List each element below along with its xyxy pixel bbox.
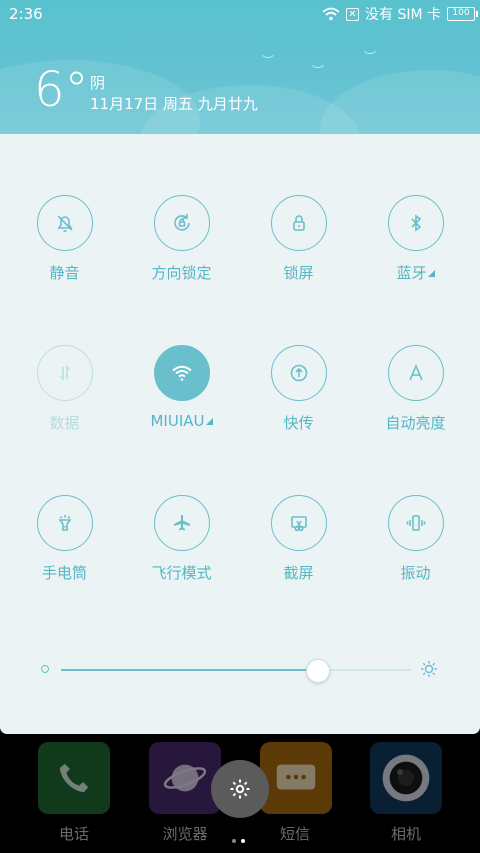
cloud-decoration: [320, 70, 480, 134]
toggle-label: 飞行模式: [151, 564, 212, 582]
toggle-label: 自动亮度: [385, 414, 446, 432]
weather-condition: 阴: [90, 74, 106, 92]
bluetooth-icon[interactable]: [387, 195, 444, 251]
toggle-label: MIUIAU: [123, 412, 240, 430]
page-indicator: [232, 828, 250, 847]
toggle-airplane-mode[interactable]: 飞行模式: [123, 495, 240, 583]
dock-app-browser[interactable]: [149, 742, 221, 814]
status-bar: 2:36 ✕ 没有 SIM 卡 100: [0, 0, 480, 28]
vibrate-icon[interactable]: [387, 495, 444, 551]
temperature: 6°: [34, 62, 89, 118]
toggle-label: 锁屏: [283, 264, 314, 282]
battery-level: 100: [452, 8, 470, 18]
dock-app-sms[interactable]: [260, 742, 332, 814]
brightness-slider-thumb[interactable]: [305, 659, 330, 683]
toggle-vibrate[interactable]: 振动: [357, 495, 474, 583]
brightness-slider[interactable]: [61, 669, 411, 671]
toggle-label: 快传: [283, 414, 314, 432]
brightness-high-icon: [421, 661, 437, 677]
toggle-screenshot[interactable]: 截屏: [240, 495, 357, 583]
toggle-silent[interactable]: 静音: [6, 195, 123, 283]
toggle-label: 截屏: [283, 564, 314, 582]
toggle-label: 方向锁定: [151, 264, 212, 282]
airplane-icon[interactable]: [153, 495, 210, 551]
upload-icon[interactable]: [270, 345, 327, 401]
toggle-label: 静音: [49, 264, 80, 282]
brightness-slider-fill: [61, 669, 317, 671]
toggle-rotation-lock[interactable]: 方向锁定: [123, 195, 240, 283]
auto-brightness-icon[interactable]: [387, 345, 444, 401]
dock-label-phone: 电话: [58, 825, 89, 843]
expand-indicator-icon: [205, 418, 213, 425]
dock-label-camera: 相机: [390, 825, 421, 843]
lock-icon[interactable]: [270, 195, 327, 251]
dock-app-camera[interactable]: [370, 742, 442, 814]
screenshot-icon[interactable]: [270, 495, 327, 551]
toggle-label-text: 蓝牙: [396, 264, 427, 282]
page-dot-active: [241, 839, 245, 843]
toggle-label: 蓝牙: [357, 262, 474, 283]
weather-header[interactable]: ︶ ︶ ︶ 2:36 ✕ 没有 SIM 卡 100 6° 阴 11月17日 周五…: [0, 0, 480, 134]
toggle-wifi[interactable]: MIUIAU: [123, 345, 240, 430]
bird-decoration: ︶: [312, 64, 325, 78]
battery-icon: 100: [447, 7, 478, 21]
page-dot: [232, 839, 236, 843]
rotation-lock-icon[interactable]: [153, 195, 210, 251]
phone-icon: [59, 763, 89, 793]
expand-indicator-icon: [427, 270, 435, 277]
bird-decoration: ︶: [262, 54, 275, 68]
wifi-icon[interactable]: [153, 345, 210, 401]
no-sim-icon: ✕: [346, 7, 359, 21]
toggle-label: 振动: [400, 564, 431, 582]
bell-off-icon[interactable]: [36, 195, 93, 251]
toggle-label: 数据: [49, 414, 80, 432]
carrier-text: 没有 SIM 卡: [365, 7, 441, 23]
toggle-label: 手电筒: [41, 564, 87, 582]
dock-label-sms: 短信: [279, 825, 310, 843]
toggle-quick-transfer[interactable]: 快传: [240, 345, 357, 433]
camera-icon: [382, 754, 430, 802]
toggle-mobile-data[interactable]: 数据: [6, 345, 123, 433]
data-arrows-icon[interactable]: [36, 345, 93, 401]
dock-app-phone[interactable]: [38, 742, 110, 814]
gear-icon: [230, 779, 250, 799]
toggle-flashlight[interactable]: 手电筒: [6, 495, 123, 583]
brightness-low-icon: [41, 665, 49, 673]
toggle-auto-brightness[interactable]: 自动亮度: [357, 345, 474, 433]
bird-decoration: ︶: [364, 50, 377, 64]
toggle-label-text: MIUIAU: [150, 412, 205, 430]
dock-label-browser: 浏览器: [162, 825, 208, 843]
weather-date: 11月17日 周五 九月廿九: [90, 95, 258, 113]
flashlight-icon[interactable]: [36, 495, 93, 551]
quick-settings-panel: 静音 方向锁定 锁屏 蓝牙 数据 MIUIAU 快传 自动亮度 手电筒 飞行模式…: [0, 134, 480, 734]
settings-button[interactable]: [211, 760, 269, 818]
status-indicators: ✕ 没有 SIM 卡 100: [322, 4, 478, 24]
toggle-bluetooth[interactable]: 蓝牙: [357, 195, 474, 283]
sms-icon: [276, 764, 316, 790]
wifi-signal-icon: [322, 7, 340, 21]
browser-icon: [163, 764, 207, 792]
status-time: 2:36: [9, 5, 43, 23]
toggle-lock-screen[interactable]: 锁屏: [240, 195, 357, 283]
